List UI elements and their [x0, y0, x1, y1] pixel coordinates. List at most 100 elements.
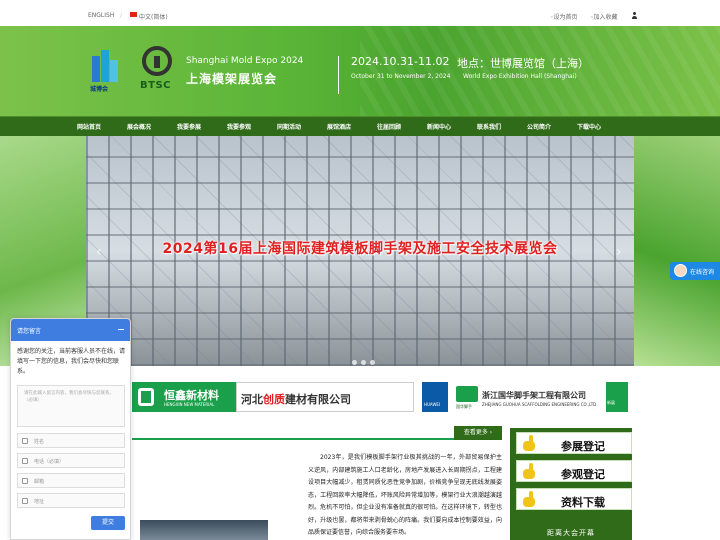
message-widget-header[interactable]: 请您留言 [11, 319, 130, 341]
banner-divider [338, 56, 339, 94]
expo-date: 2024.10.31-11.02 [351, 55, 450, 68]
china-flag-icon [130, 12, 137, 17]
submit-button[interactable]: 提交 [91, 516, 125, 530]
view-more-button[interactable]: 查看更多 › [454, 426, 502, 440]
sponsor-name-en: HENGXIN NEW MATERIAL [164, 402, 215, 407]
add-favorite-link[interactable]: ◦加入收藏 [590, 12, 618, 21]
slider-prev-icon[interactable]: ‹ [96, 244, 102, 260]
name-field[interactable]: 姓名 [17, 433, 125, 448]
sponsor-name: 浙江国华脚手架工程有限公司 [482, 391, 586, 400]
sponsor-logo-text: 新展 [607, 400, 615, 405]
nav-item-exhibit[interactable]: 我要参展 [177, 122, 201, 131]
logo-bar [101, 50, 109, 82]
pointing-hand-icon [521, 463, 539, 481]
slider-dot[interactable] [361, 360, 366, 365]
phone-field[interactable]: 电话（必填） [17, 453, 125, 468]
hengxin-logo-icon [138, 388, 154, 406]
set-home-label: 设为首页 [553, 14, 578, 21]
message-widget: 请您留言 感谢您的关注，当前客服人员不在线，请填写一下您的信息，我们会尽快和您联… [10, 318, 131, 540]
nav-item-events[interactable]: 同期活动 [277, 122, 301, 131]
nav-item-home[interactable]: 网站首页 [77, 122, 101, 131]
message-textarea[interactable]: 请在此输入留言内容，我们会尽快与您联系。（必填） [17, 385, 125, 427]
nav-item-about[interactable]: 公司简介 [527, 122, 551, 131]
sponsor-guohua[interactable]: 国华脚手 浙江国华脚手架工程有限公司 ZHEJIANG GUOHUA SCAFF… [454, 382, 602, 412]
email-field[interactable]: 邮箱 [17, 473, 125, 488]
name-field-placeholder: 姓名 [34, 439, 45, 445]
pointing-hand-icon [521, 491, 539, 509]
slider-next-icon[interactable]: › [616, 244, 622, 260]
btsc-logo[interactable]: BTSC [138, 46, 180, 96]
expo-title-cn: 上海模架展览会 [186, 72, 278, 86]
add-favorite-label: 加入收藏 [593, 14, 618, 21]
nav-item-review[interactable]: 往届回顾 [377, 122, 401, 131]
nav-item-overview[interactable]: 展会概况 [127, 122, 151, 131]
expo-logo-text: 城博会 [90, 86, 109, 93]
sponsor-logo-text: HUAWEI [424, 402, 441, 407]
visitor-registration-button[interactable]: 参观登记 [516, 460, 632, 482]
sponsor-name: 河北创质建材有限公司 [241, 391, 351, 407]
minimize-icon[interactable] [118, 329, 124, 330]
registration-panel: 参展登记 参观登记 资料下载 距离大会开幕 [510, 428, 632, 540]
message-widget-intro: 感谢您的关注，当前客服人员不在线，请填写一下您的信息，我们会尽快和您联系。 [17, 348, 126, 375]
slider-dots [352, 350, 379, 366]
btsc-logo-text: BTSC [140, 80, 171, 91]
location-icon [22, 498, 28, 504]
phone-field-placeholder: 电话（必填） [34, 459, 65, 465]
banner-decoration [360, 26, 720, 116]
person-icon [22, 438, 28, 444]
exhibitor-registration-label: 参展登记 [561, 440, 605, 453]
download-button[interactable]: 资料下载 [516, 488, 632, 510]
address-field[interactable]: 地址 [17, 493, 125, 508]
mail-icon [22, 478, 28, 484]
online-consult-label: 在线咨询 [690, 269, 715, 276]
expo-logo[interactable]: 城博会 [86, 46, 124, 96]
sponsor-name-en: ZHEJIANG GUOHUA SCAFFOLDING ENGINEERING … [482, 402, 597, 407]
slider-headline: 2024第16届上海国际建筑模板脚手架及施工安全技术展览会 [162, 241, 558, 257]
countdown-title: 距离大会开幕 [547, 529, 595, 537]
sponsor-name: 恒鑫新材料 [164, 389, 219, 402]
address-field-placeholder: 地址 [34, 499, 45, 505]
article-body: 2023年，是我们模板脚手架行业极其挑战的一年，外部贸易保护主义逆风，内部建筑施… [308, 452, 502, 540]
sponsor-prefix: 河北 [241, 393, 263, 406]
download-label: 资料下载 [561, 496, 605, 509]
article-paragraph: 2023年，是我们模板脚手架行业极其挑战的一年，外部贸易保护主义逆风，内部建筑施… [308, 454, 502, 536]
nav-item-visit[interactable]: 我要参观 [227, 122, 251, 131]
nav-item-hotels[interactable]: 展馆酒店 [327, 122, 351, 131]
lang-separator: / [120, 12, 123, 19]
pointing-hand-icon [521, 435, 539, 453]
sponsor-suffix: 建材有限公司 [285, 393, 351, 406]
visitor-registration-label: 参观登记 [561, 468, 605, 481]
guohua-mark-text: 国华脚手 [456, 404, 472, 409]
user-icon[interactable] [631, 12, 638, 20]
news-section-header: 查看更多 › [132, 426, 502, 440]
slider-dot[interactable] [352, 360, 357, 365]
agent-avatar [674, 264, 687, 277]
sponsor-chuangzhi[interactable]: 河北创质建材有限公司 [236, 382, 414, 412]
slider-dot[interactable] [370, 360, 375, 365]
expo-title-en: Shanghai Mold Expo 2024 [186, 56, 304, 66]
exhibitor-registration-button[interactable]: 参展登记 [516, 432, 632, 454]
btsc-logo-mark [142, 46, 172, 76]
article-photo[interactable] [140, 520, 268, 540]
logo-bar [110, 60, 118, 82]
online-consult-button[interactable]: 在线咨询 [670, 262, 720, 280]
sponsor-logo-blue[interactable]: HUAWEI [422, 382, 448, 412]
nav-item-download[interactable]: 下载中心 [577, 122, 601, 131]
sponsor-brand: 创质 [263, 393, 285, 406]
lang-chinese-link[interactable]: 中文(简体) [139, 12, 168, 21]
expo-date-en: October 31 to November 2, 2024 [351, 73, 451, 80]
set-home-link[interactable]: ◦设为首页 [550, 12, 578, 21]
lang-english-link[interactable]: ENGLISH [88, 12, 114, 19]
message-textarea-placeholder: 请在此输入留言内容，我们会尽快与您联系。（必填） [24, 391, 114, 403]
nav-item-news[interactable]: 新闻中心 [427, 122, 451, 131]
logo-bar [92, 56, 100, 82]
main-nav: 网站首页 展会概况 我要参展 我要参观 同期活动 展馆酒店 往届回顾 新闻中心 … [0, 116, 720, 136]
sponsor-strip: 恒鑫新材料 HENGXIN NEW MATERIAL 河北创质建材有限公司 HU… [86, 382, 634, 412]
phone-icon [22, 458, 28, 464]
expo-venue: 地点：世博展览馆（上海） [457, 57, 589, 70]
nav-item-contact[interactable]: 联系我们 [477, 122, 501, 131]
guohua-logo-icon [456, 386, 478, 402]
email-field-placeholder: 邮箱 [34, 479, 45, 485]
sponsor-logo-green[interactable]: 新展 [606, 382, 628, 412]
message-widget-title: 请您留言 [17, 328, 42, 335]
